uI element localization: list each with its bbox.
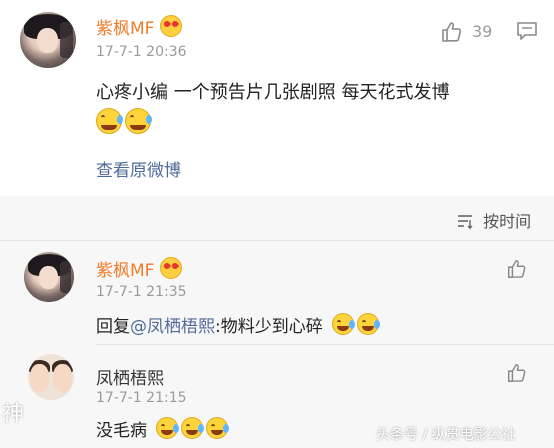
thumbs-up-icon xyxy=(508,364,526,382)
post-emoji-row xyxy=(96,108,154,135)
sort-label: 按时间 xyxy=(483,212,532,231)
reply-text: 没毛病 xyxy=(96,421,147,441)
avatar[interactable] xyxy=(24,252,74,302)
timestamp: 17-7-1 20:36 xyxy=(96,44,187,60)
thumbs-up-icon xyxy=(442,22,462,42)
watermark-right: 头条号 / 纵贯电影公社 xyxy=(376,427,516,443)
username[interactable]: 凤栖梧熙 xyxy=(96,364,164,389)
laugh-cry-emoji-icon xyxy=(181,417,205,439)
view-original-link[interactable]: 查看原微博 xyxy=(96,156,181,181)
divider xyxy=(96,344,554,345)
like-button[interactable]: 39 xyxy=(440,20,500,46)
avatar[interactable] xyxy=(28,354,74,400)
watermark-left: 神 xyxy=(2,402,25,427)
laugh-cry-emoji-icon xyxy=(206,417,230,439)
username[interactable]: 紫枫MF xyxy=(96,19,154,39)
comment-icon xyxy=(517,22,537,40)
reply-prefix: 回复 xyxy=(96,317,130,337)
divider xyxy=(0,240,554,241)
like-button[interactable] xyxy=(506,362,530,386)
reply-text-line: 没毛病 xyxy=(96,416,231,441)
comment-button[interactable] xyxy=(516,20,540,44)
reply-text: :物料少到心碎 xyxy=(215,317,323,337)
sort-icon xyxy=(458,215,473,230)
post-text: 心疼小编 一个预告片几张剧照 每天花式发博 xyxy=(96,82,450,103)
laugh-cry-emoji-icon xyxy=(156,417,180,439)
like-count: 39 xyxy=(472,22,493,41)
like-button[interactable] xyxy=(506,258,530,282)
post-header: 紫枫MF xyxy=(96,14,183,39)
heart-eyes-badge-icon xyxy=(160,257,183,279)
laugh-cry-emoji-icon xyxy=(96,108,123,134)
timestamp: 17-7-1 21:15 xyxy=(96,390,187,406)
laugh-cry-emoji-icon xyxy=(125,108,152,134)
reply-text-line: 回复@凤栖梧熙:物料少到心碎 xyxy=(96,312,382,337)
mention-link[interactable]: @凤栖梧熙 xyxy=(130,317,215,337)
laugh-cry-emoji-icon xyxy=(357,313,381,335)
timestamp: 17-7-1 21:35 xyxy=(96,284,187,300)
sort-by-time-button[interactable]: 按时间 xyxy=(456,208,531,232)
avatar[interactable] xyxy=(20,12,76,68)
username[interactable]: 紫枫MF xyxy=(96,261,154,281)
heart-eyes-badge-icon xyxy=(160,15,183,37)
thumbs-up-icon xyxy=(508,260,526,278)
laugh-cry-emoji-icon xyxy=(332,313,356,335)
reply-header: 紫枫MF xyxy=(96,256,183,281)
